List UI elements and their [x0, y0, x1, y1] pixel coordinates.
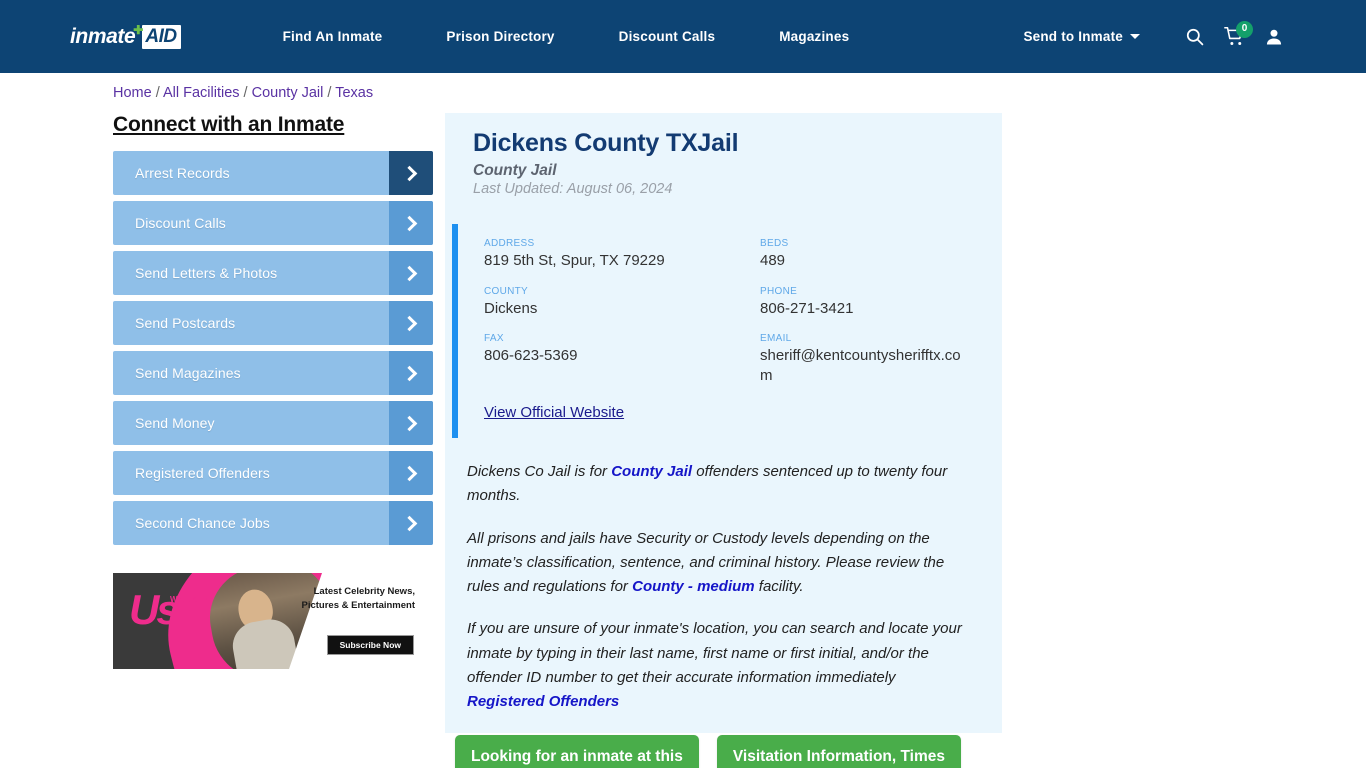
- page-root: inmate ✚ AID Find An Inmate Prison Direc…: [0, 0, 1366, 768]
- info-label: COUNTY: [484, 285, 529, 297]
- sidebar-item-send-money[interactable]: Send Money: [113, 401, 433, 445]
- info-value: 806-623-5369: [484, 347, 578, 364]
- sidebar-title[interactable]: Connect with an Inmate: [113, 113, 344, 137]
- info-cell-county: COUNTY Dickens: [484, 286, 760, 319]
- cta-row: Looking for an inmate at this Visitation…: [455, 735, 1015, 768]
- info-value: 819 5th St, Spur, TX 79229: [484, 252, 665, 269]
- sidebar-item-send-postcards[interactable]: Send Postcards: [113, 301, 433, 345]
- sidebar-item-arrest-records[interactable]: Arrest Records: [113, 151, 433, 195]
- primary-nav: Find An Inmate Prison Directory Discount…: [251, 29, 882, 44]
- sidebar: Connect with an Inmate Arrest Records Di…: [113, 113, 433, 551]
- chevron-right-icon: [389, 501, 433, 545]
- sidebar-item-second-chance-jobs[interactable]: Second Chance Jobs: [113, 501, 433, 545]
- cart-count-badge: 0: [1236, 20, 1253, 38]
- ad-brand-sublabel: WEEKLY: [170, 595, 210, 604]
- chevron-right-icon: [389, 401, 433, 445]
- facility-description: Dickens Co Jail is for County Jail offen…: [445, 438, 1002, 715]
- paragraph-text: facility.: [754, 578, 804, 596]
- chevron-right-icon: [389, 151, 433, 195]
- sidebar-item-label: Arrest Records: [135, 165, 230, 181]
- sidebar-item-label: Send Letters & Photos: [135, 265, 278, 281]
- breadcrumb-separator: /: [151, 85, 163, 101]
- info-label: ADDRESS: [484, 238, 535, 249]
- sidebar-item-label: Send Magazines: [135, 365, 241, 381]
- sidebar-item-label: Discount Calls: [135, 215, 226, 231]
- page-title: Dickens County TXJail: [473, 129, 739, 157]
- info-value: 806-271-3421: [760, 299, 854, 317]
- info-cell-fax: FAX 806-623-5369: [484, 333, 760, 385]
- info-label: FAX: [484, 333, 504, 344]
- info-value: 489: [760, 252, 786, 269]
- info-label: PHONE: [760, 285, 798, 297]
- chevron-down-icon: [1130, 34, 1140, 39]
- ad-banner[interactable]: Us WEEKLY Latest Celebrity News, Picture…: [113, 573, 423, 669]
- nav-item-prison-directory[interactable]: Prison Directory: [414, 29, 586, 44]
- breadcrumb: Home / All Facilities / County Jail / Te…: [113, 85, 373, 101]
- ad-headline: Latest Celebrity News, Pictures & Entert…: [301, 586, 416, 611]
- sidebar-item-label: Registered Offenders: [135, 465, 270, 481]
- site-header: inmate ✚ AID Find An Inmate Prison Direc…: [0, 0, 1366, 73]
- visitation-info-button[interactable]: Visitation Information, Times: [716, 735, 962, 768]
- chevron-right-icon: [389, 451, 433, 495]
- user-icon: [1266, 29, 1282, 44]
- logo-plus-icon: ✚: [133, 22, 144, 37]
- breadcrumb-separator: /: [323, 85, 336, 101]
- chevron-right-icon: [389, 201, 433, 245]
- description-paragraph-3: If you are unsure of your inmate's locat…: [467, 617, 974, 714]
- registered-offenders-link[interactable]: Registered Offenders: [467, 693, 619, 710]
- sidebar-item-label: Send Money: [135, 415, 215, 431]
- facility-card: Dickens County TXJail County Jail Last U…: [445, 113, 1002, 733]
- info-cell-beds: BEDS 489: [760, 238, 1002, 271]
- logo-aid-badge: AID: [142, 24, 181, 49]
- info-cell-address: ADDRESS 819 5th St, Spur, TX 79229: [484, 238, 760, 271]
- nav-item-discount-calls[interactable]: Discount Calls: [587, 29, 748, 44]
- send-to-inmate-dropdown[interactable]: Send to Inmate: [1023, 29, 1140, 44]
- breadcrumb-item-all-facilities[interactable]: All Facilities: [163, 85, 240, 101]
- search-button[interactable]: [1174, 17, 1214, 57]
- facility-info-grid: ADDRESS 819 5th St, Spur, TX 79229 BEDS …: [484, 238, 1002, 385]
- breadcrumb-item-home[interactable]: Home: [113, 85, 152, 101]
- chevron-right-icon: [389, 301, 433, 345]
- facility-type: County Jail: [473, 162, 557, 179]
- facility-last-updated: Last Updated: August 06, 2024: [473, 181, 673, 197]
- nav-item-find-an-inmate[interactable]: Find An Inmate: [251, 29, 415, 44]
- info-value: Dickens: [484, 299, 538, 317]
- description-paragraph-1: Dickens Co Jail is for County Jail offen…: [467, 460, 974, 509]
- description-paragraph-2: All prisons and jails have Security or C…: [467, 527, 974, 600]
- header-actions: Send to Inmate 0: [1023, 0, 1366, 73]
- chevron-right-icon: [389, 251, 433, 295]
- sidebar-item-label: Send Postcards: [135, 315, 236, 331]
- breadcrumb-item-texas[interactable]: Texas: [335, 85, 373, 101]
- info-label: BEDS: [760, 238, 789, 249]
- breadcrumb-separator: /: [239, 85, 252, 101]
- find-inmate-button[interactable]: Looking for an inmate at this: [455, 735, 699, 768]
- paragraph-text: Dickens Co Jail is for: [467, 463, 612, 480]
- breadcrumb-item-county-jail[interactable]: County Jail: [252, 85, 324, 101]
- sidebar-item-discount-calls[interactable]: Discount Calls: [113, 201, 433, 245]
- ad-subscribe-button[interactable]: Subscribe Now: [326, 635, 414, 655]
- info-cell-email: EMAIL sheriff@kentcountysherifftx.com: [760, 333, 1002, 385]
- sidebar-item-registered-offenders[interactable]: Registered Offenders: [113, 451, 433, 495]
- nav-item-magazines[interactable]: Magazines: [747, 29, 881, 44]
- county-medium-link[interactable]: County - medium: [632, 578, 755, 595]
- facility-header: Dickens County TXJail County Jail Last U…: [445, 113, 1002, 197]
- info-label: EMAIL: [760, 333, 792, 344]
- site-logo[interactable]: inmate ✚ AID: [70, 22, 181, 52]
- facility-info-block: ADDRESS 819 5th St, Spur, TX 79229 BEDS …: [452, 224, 1002, 438]
- sidebar-item-send-letters-photos[interactable]: Send Letters & Photos: [113, 251, 433, 295]
- view-official-website-link[interactable]: View Official Website: [484, 404, 624, 421]
- chevron-right-icon: [389, 351, 433, 395]
- search-icon: [1186, 28, 1203, 46]
- logo-wordmark: inmate: [70, 24, 136, 48]
- county-jail-link[interactable]: County Jail: [611, 463, 692, 480]
- sidebar-item-label: Second Chance Jobs: [135, 515, 270, 531]
- sidebar-item-send-magazines[interactable]: Send Magazines: [113, 351, 433, 395]
- send-to-inmate-label: Send to Inmate: [1023, 29, 1123, 44]
- info-cell-phone: PHONE 806-271-3421: [760, 286, 1002, 319]
- cart-button[interactable]: 0: [1214, 17, 1254, 57]
- paragraph-text: If you are unsure of your inmate's locat…: [467, 620, 962, 687]
- info-value: sheriff@kentcountysherifftx.com: [760, 347, 961, 384]
- account-button[interactable]: [1254, 17, 1294, 57]
